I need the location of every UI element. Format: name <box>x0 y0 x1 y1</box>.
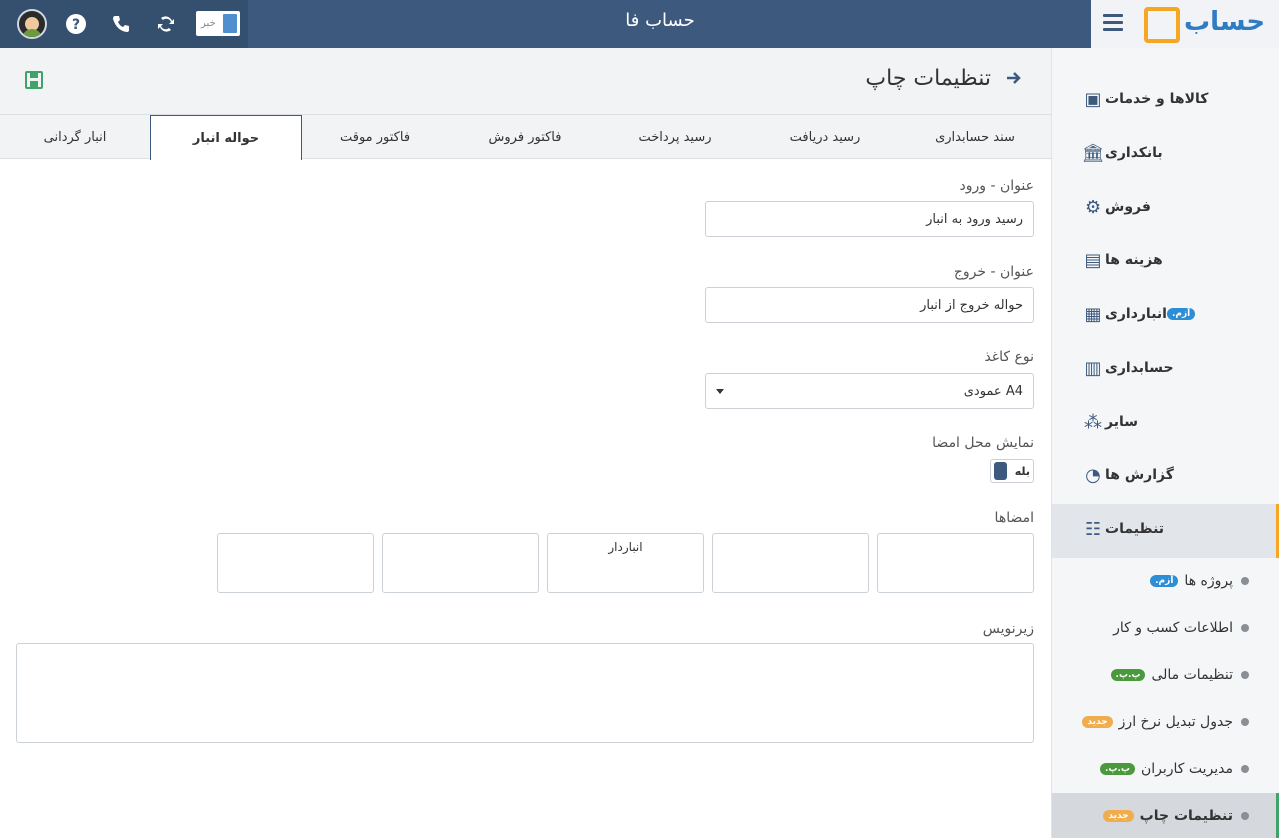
logo-mark <box>1144 7 1180 43</box>
subitem-label: پروژه ها <box>1184 573 1233 589</box>
sidebar-item-settings[interactable]: ☷ تنظیمات <box>1071 514 1271 544</box>
tab-proforma-invoice[interactable]: فاکتور موقت <box>300 115 450 159</box>
signature-box-4[interactable] <box>382 533 539 593</box>
sidebar-item-sales[interactable]: ⚙ فروش <box>1071 192 1271 222</box>
sidebar-item-products[interactable]: ▣ کالاها و خدمات <box>1071 84 1271 114</box>
exit-title-label: عنوان - خروج <box>953 264 1034 280</box>
sidebar-item-accounting[interactable]: ▥ حسابداری <box>1071 353 1271 383</box>
bullet-icon <box>1241 577 1249 585</box>
sidebar-item-other[interactable]: ⁂ سایر <box>1071 407 1271 437</box>
phone-icon[interactable] <box>108 11 134 37</box>
tab-inventory-count[interactable]: انبار گردانی <box>0 115 150 159</box>
tab-accounting-voucher[interactable]: سند حسابداری <box>900 115 1050 159</box>
sidebar-subitem-user-management[interactable]: مدیریت کاربران پ.پ. <box>1100 757 1249 781</box>
beta-badge: آزم. <box>1150 575 1179 587</box>
subitem-label: تنظیمات چاپ <box>1139 808 1233 824</box>
sidebar-item-banking[interactable]: 🏛 بانکداری <box>1071 138 1271 168</box>
entry-title-input[interactable] <box>705 201 1034 237</box>
app-title: حساب فا <box>625 10 695 31</box>
sidebar-label: حسابداری <box>1105 360 1174 376</box>
footer-textarea[interactable] <box>16 643 1034 743</box>
bullet-icon <box>1241 765 1249 773</box>
signatures-label: امضاها <box>994 510 1034 526</box>
tab-warehouse-transfer[interactable]: حواله انبار <box>150 115 302 160</box>
subitem-label: اطلاعات کسب و کار <box>1113 620 1233 636</box>
app-logo[interactable]: حساب <box>1144 5 1268 45</box>
save-icon[interactable] <box>25 71 43 89</box>
page-header: تنظیمات چاپ <box>0 48 1051 114</box>
news-indicator <box>223 14 237 33</box>
user-avatar[interactable] <box>17 9 47 39</box>
sync-icon[interactable] <box>153 11 179 37</box>
tab-sales-invoice[interactable]: فاکتور فروش <box>450 115 600 159</box>
sidebar-label: کالاها و خدمات <box>1105 91 1209 107</box>
beta-badge: آزم. <box>1166 308 1196 320</box>
sidebar-label: انبارداری <box>1105 306 1167 322</box>
bullet-icon <box>1241 671 1249 679</box>
signature-box-5[interactable] <box>217 533 374 593</box>
news-button[interactable]: خبر <box>196 11 240 36</box>
back-arrow-icon[interactable] <box>1004 68 1028 92</box>
sliders-icon: ☷ <box>1084 518 1102 540</box>
bullet-icon <box>1241 812 1249 820</box>
misc-icon: ⁂ <box>1084 411 1102 433</box>
sidebar-label: گزارش ها <box>1105 467 1174 483</box>
svg-text:?: ? <box>72 17 80 33</box>
bullet-icon <box>1241 718 1249 726</box>
exit-title-input[interactable] <box>705 287 1034 323</box>
menu-icon[interactable] <box>1103 14 1123 32</box>
subitem-label: جدول تبدیل نرخ ارز <box>1118 714 1233 730</box>
sales-icon: ⚙ <box>1084 196 1102 218</box>
premium-badge: پ.پ. <box>1100 763 1135 775</box>
page-title: تنظیمات چاپ <box>865 66 991 91</box>
sidebar-item-reports[interactable]: ◔ گزارش ها <box>1071 460 1271 490</box>
new-badge: جدید <box>1103 810 1134 822</box>
footer-label: زیرنویس <box>982 621 1034 637</box>
caret-down-icon <box>716 388 724 394</box>
tab-receipt[interactable]: رسید دریافت <box>750 115 900 159</box>
sidebar-subitem-business-info[interactable]: اطلاعات کسب و کار <box>1113 616 1249 640</box>
subitem-label: تنظیمات مالی <box>1151 667 1233 683</box>
sidebar-label: بانکداری <box>1105 145 1163 161</box>
sidebar-subitem-projects[interactable]: پروژه ها آزم. <box>1150 569 1249 593</box>
sidebar-label: هزینه ها <box>1105 252 1163 268</box>
show-signature-toggle[interactable]: بله <box>990 459 1034 483</box>
abacus-icon: ▥ <box>1084 357 1102 379</box>
help-icon[interactable]: ? <box>63 11 89 37</box>
box-icon: ▣ <box>1084 88 1102 110</box>
sidebar-item-warehouse[interactable]: ▦ انبارداری آزم. <box>1071 299 1271 329</box>
sidebar-item-expenses[interactable]: ▤ هزینه ها <box>1071 245 1271 275</box>
sidebar-label: سایر <box>1105 414 1138 430</box>
tab-bar: سند حسابداری رسید دریافت رسید پرداخت فاک… <box>0 114 1051 160</box>
sidebar-label: تنظیمات <box>1105 521 1165 537</box>
news-label: خبر <box>201 18 216 29</box>
signature-box-3[interactable]: انباردار <box>547 533 704 593</box>
tab-payment[interactable]: رسید پرداخت <box>600 115 750 159</box>
signature-box-2[interactable] <box>712 533 869 593</box>
paper-type-select[interactable]: A4 عمودی <box>705 373 1034 409</box>
subitem-label: مدیریت کاربران <box>1140 761 1233 777</box>
bank-icon: 🏛 <box>1081 142 1105 164</box>
toggle-label: بله <box>1014 464 1030 478</box>
toggle-knob <box>994 462 1007 480</box>
sidebar-subitem-print-settings[interactable]: تنظیمات چاپ جدید <box>1103 804 1249 828</box>
wallet-icon: ▤ <box>1084 249 1102 271</box>
paper-type-value: A4 عمودی <box>963 383 1023 399</box>
entry-title-label: عنوان - ورود <box>959 178 1034 194</box>
premium-badge: پ.پ. <box>1110 669 1146 681</box>
sidebar: ▣ کالاها و خدمات 🏛 بانکداری ⚙ فروش ▤ هزی… <box>1051 48 1279 838</box>
sidebar-label: فروش <box>1105 199 1151 215</box>
show-signature-label: نمایش محل امضا <box>932 435 1034 451</box>
logo-text: حساب <box>1184 7 1266 37</box>
new-badge: جدید <box>1082 716 1113 728</box>
sidebar-subitem-financial-settings[interactable]: تنظیمات مالی پ.پ. <box>1110 663 1249 687</box>
signature-box-1[interactable] <box>877 533 1034 593</box>
bullet-icon <box>1241 624 1249 632</box>
warehouse-icon: ▦ <box>1084 303 1102 325</box>
paper-type-label: نوع کاغذ <box>984 349 1034 365</box>
sidebar-subitem-currency-table[interactable]: جدول تبدیل نرخ ارز جدید <box>1082 710 1249 734</box>
report-icon: ◔ <box>1085 464 1101 486</box>
